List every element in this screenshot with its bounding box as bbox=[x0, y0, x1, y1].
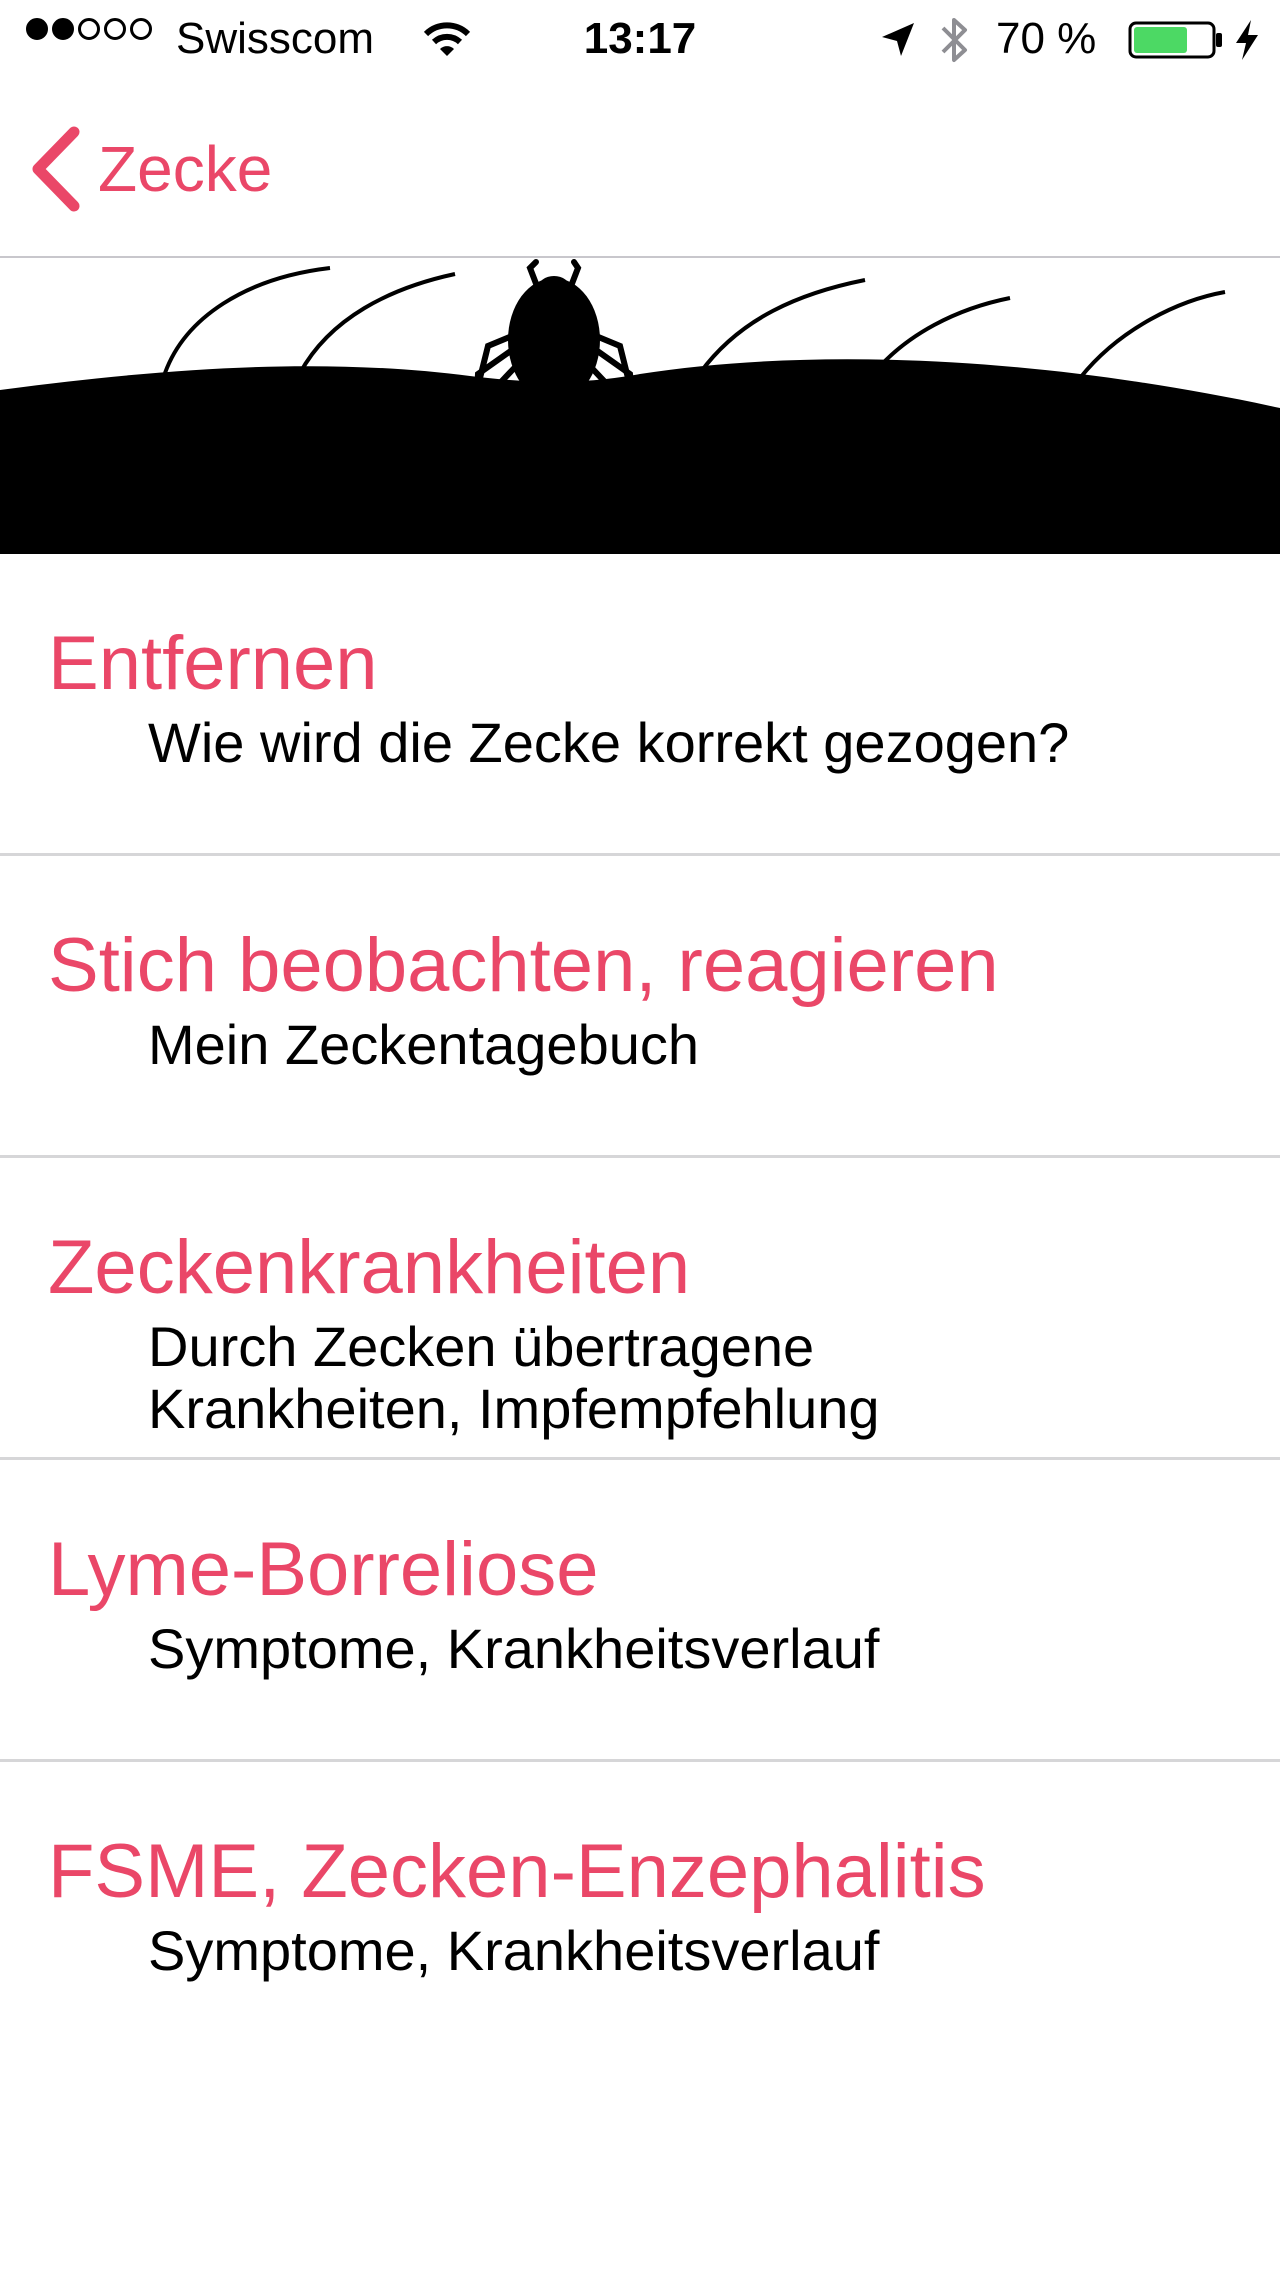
chevron-left-icon bbox=[32, 126, 80, 212]
battery-fill bbox=[1134, 27, 1187, 53]
topic-menu: Entfernen Wie wird die Zecke korrekt gez… bbox=[0, 554, 1280, 2064]
menu-item-zeckenkrankheiten[interactable]: Zeckenkrankheiten Durch Zecken übertrage… bbox=[0, 1158, 1280, 1460]
menu-item-lyme-borreliose[interactable]: Lyme-Borreliose Symptome, Krankheitsverl… bbox=[0, 1460, 1280, 1762]
tick-on-skin-illustration bbox=[0, 258, 1280, 554]
menu-item-entfernen[interactable]: Entfernen Wie wird die Zecke korrekt gez… bbox=[0, 554, 1280, 856]
bluetooth-icon bbox=[938, 14, 972, 77]
battery-percentage: 70 % bbox=[996, 14, 1097, 63]
hair-strands bbox=[163, 266, 1226, 380]
menu-item-title: FSME, Zecken-Enzephalitis bbox=[48, 1829, 986, 1914]
menu-item-fsme[interactable]: FSME, Zecken-Enzephalitis Symptome, Kran… bbox=[0, 1762, 1280, 2064]
navigation-bar: Zecke bbox=[0, 84, 1280, 258]
location-arrow-icon bbox=[878, 20, 918, 71]
menu-item-title: Stich beobachten, reagieren bbox=[48, 923, 999, 1008]
menu-item-title: Entfernen bbox=[48, 621, 378, 706]
menu-item-subtitle: Wie wird die Zecke korrekt gezogen? bbox=[148, 711, 1070, 774]
menu-item-subtitle: Durch Zecken übertragene Krankheiten, Im… bbox=[148, 1315, 880, 1440]
back-button-label: Zecke bbox=[98, 133, 273, 205]
charging-bolt-icon bbox=[1232, 18, 1262, 73]
skin-surface bbox=[0, 359, 1280, 554]
menu-item-title: Zeckenkrankheiten bbox=[48, 1225, 691, 1310]
menu-item-subtitle: Mein Zeckentagebuch bbox=[148, 1013, 700, 1076]
menu-item-subtitle: Symptome, Krankheitsverlauf bbox=[148, 1617, 880, 1680]
menu-item-title: Lyme-Borreliose bbox=[48, 1527, 599, 1612]
status-bar: Swisscom 13:17 70 % bbox=[0, 0, 1280, 84]
menu-item-subtitle: Symptome, Krankheitsverlauf bbox=[148, 1919, 880, 1982]
back-button[interactable]: Zecke bbox=[30, 124, 272, 214]
menu-item-stich-beobachten[interactable]: Stich beobachten, reagieren Mein Zeckent… bbox=[0, 856, 1280, 1158]
battery-icon bbox=[1128, 20, 1224, 71]
